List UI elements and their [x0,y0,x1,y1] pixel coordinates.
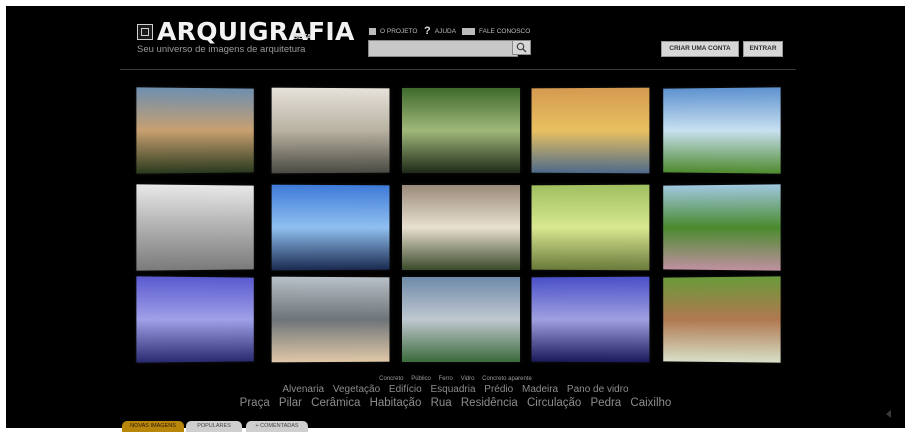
image-placeholder [663,184,781,271]
tag[interactable]: Habitação [370,397,422,409]
gallery-image[interactable] [531,276,650,363]
image-placeholder [136,276,254,363]
gallery-image[interactable] [136,276,254,363]
login-button[interactable]: ENTRAR [743,41,783,57]
image-placeholder [136,87,254,174]
gallery-image[interactable] [136,87,254,174]
gallery-image[interactable] [531,87,650,174]
tag[interactable]: Praça [240,397,270,409]
tag[interactable]: Rua [431,397,452,409]
tag[interactable]: Alvenaria [282,384,324,395]
tag[interactable]: Circulação [527,397,581,409]
image-placeholder [531,87,650,174]
site-subtitle: Seu universo de imagens de arquitetura [137,44,306,55]
image-placeholder [531,276,650,363]
image-placeholder [271,276,390,363]
project-icon [369,28,376,35]
image-placeholder [663,276,781,363]
tag[interactable]: Vidro [461,376,475,382]
tag-cloud-small: Concreto Público Ferro Vidro Concreto ap… [0,376,911,382]
tag[interactable]: Pilar [279,397,302,409]
tag[interactable]: Ferro [439,376,453,382]
tag-cloud-large: Praça Pilar Cerâmica Habitação Rua Resid… [0,397,911,409]
image-placeholder [271,184,390,271]
gallery-image[interactable] [531,184,650,271]
tag[interactable]: Público [411,376,431,382]
gallery-image[interactable] [136,184,254,271]
gallery-image[interactable] [271,184,390,271]
search-button[interactable] [512,40,531,55]
tag[interactable]: Esquadria [430,384,475,395]
tag[interactable]: Vegetação [333,384,380,395]
site-title[interactable]: ARQUIGRAFIA [157,17,355,46]
beta-badge: BETA [293,34,312,41]
logo-icon[interactable] [137,24,153,40]
nav-contact[interactable]: FALE CONOSCO [462,28,530,35]
nav-project-label: O PROJETO [380,28,418,35]
create-account-button[interactable]: CRIAR UMA CONTA [661,41,739,57]
tag[interactable]: Residência [461,397,518,409]
image-placeholder [271,87,390,174]
tag[interactable]: Concreto [379,376,403,382]
tag[interactable]: Cerâmica [311,397,360,409]
envelope-icon [462,28,475,35]
help-icon: ? [424,25,431,37]
tag[interactable]: Madeira [522,384,558,395]
tag[interactable]: Pedra [591,397,622,409]
tab-new-images[interactable]: NOVAS IMAGENS [122,421,184,432]
nav-project[interactable]: O PROJETO [369,28,417,35]
tag[interactable]: Concreto aparente [482,376,532,382]
tab-popular[interactable]: POPULARES [186,421,242,432]
gallery-image[interactable] [271,276,390,363]
gallery-image[interactable] [271,87,390,174]
gallery-image[interactable] [663,184,781,271]
gallery-image[interactable] [402,277,520,362]
nav-help-label: AJUDA [434,28,457,35]
image-placeholder [402,185,520,270]
arrow-left-icon[interactable] [886,410,891,418]
search-icon [516,42,527,53]
nav-help[interactable]: ? AJUDA [424,25,457,37]
gallery-image[interactable] [663,276,781,363]
tab-most-commented[interactable]: + COMENTADAS [246,421,308,432]
image-placeholder [402,88,520,173]
image-placeholder [136,184,254,271]
image-placeholder [531,184,650,271]
image-placeholder [402,277,520,362]
nav-contact-label: FALE CONOSCO [479,28,531,35]
search-input[interactable] [368,40,518,57]
image-placeholder [663,87,781,174]
gallery-image[interactable] [402,88,520,173]
tag-cloud-medium: Alvenaria Vegetação Edifício Esquadria P… [0,384,911,395]
tag[interactable]: Caixilho [630,397,671,409]
header-divider [120,69,796,70]
tag[interactable]: Pano de vidro [567,384,629,395]
gallery-image[interactable] [663,87,781,174]
tag[interactable]: Edifício [389,384,422,395]
tag[interactable]: Prédio [484,384,513,395]
gallery-image[interactable] [402,185,520,270]
